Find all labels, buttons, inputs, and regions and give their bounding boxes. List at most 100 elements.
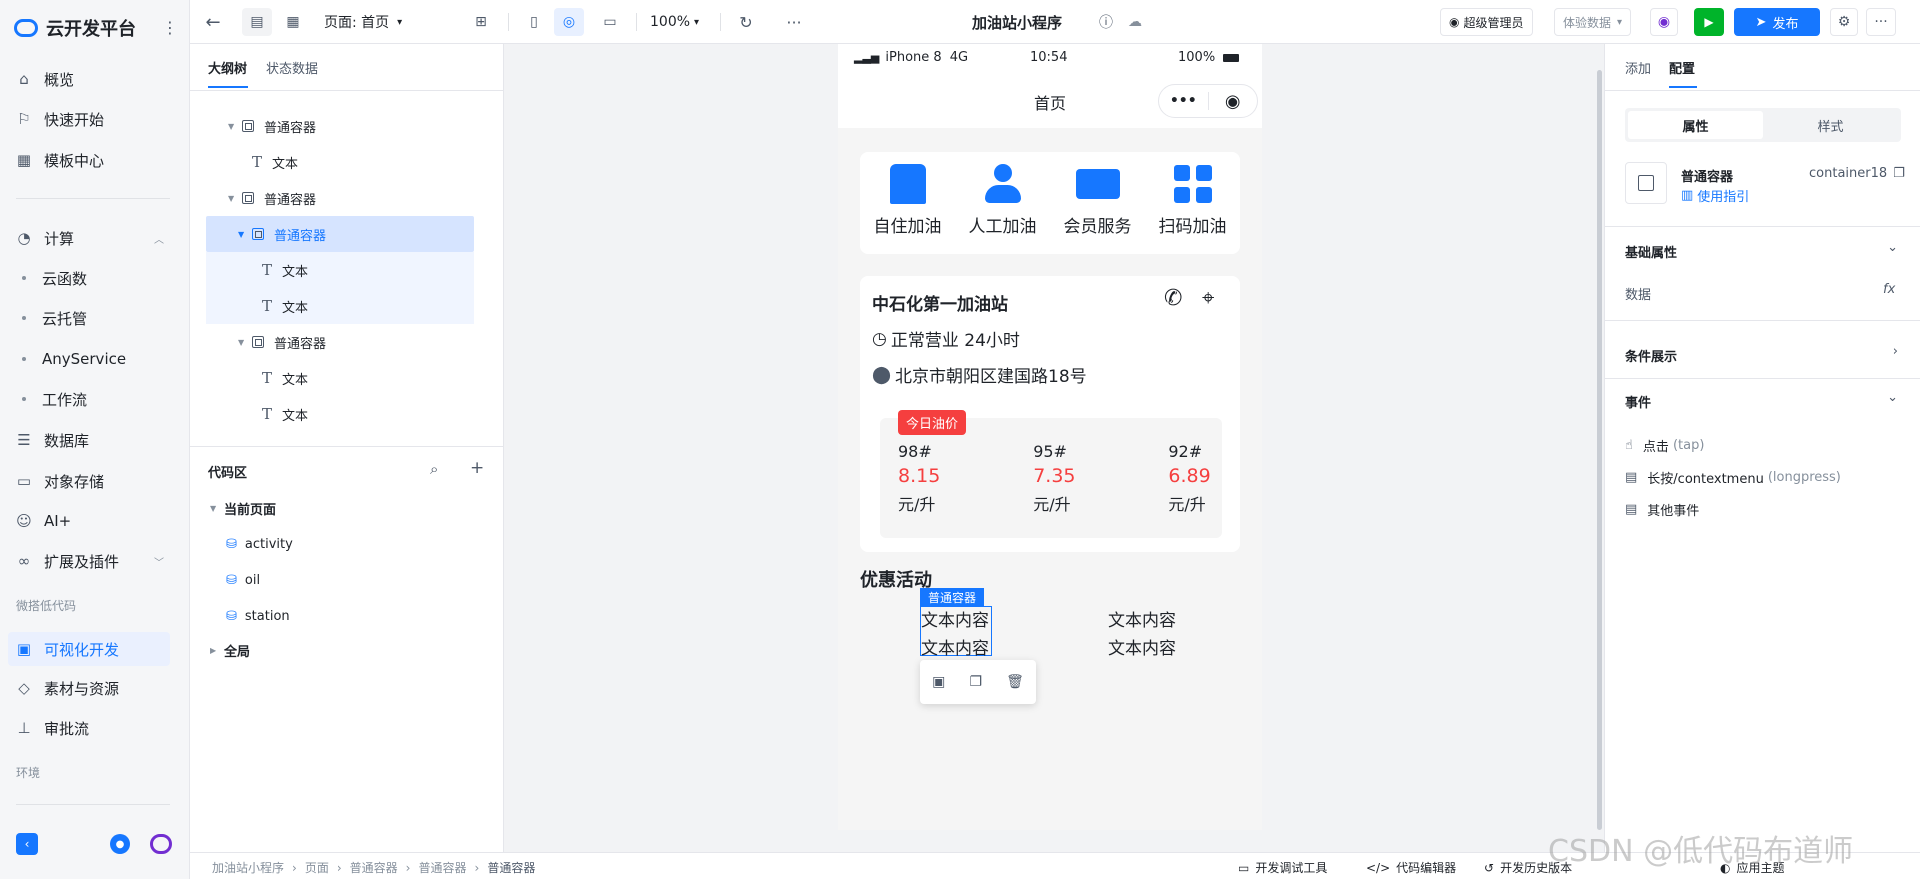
tree-node-text[interactable]: T 文本 [252,146,298,178]
formula-icon[interactable]: fx [1883,282,1895,297]
add-page-icon[interactable]: ⊞ [468,8,494,36]
search-icon[interactable]: ⌕ [430,460,438,478]
segment-props[interactable]: 属性 [1628,111,1763,139]
code-group-current-page[interactable]: ▼ 当前页面 [210,492,276,524]
publish-button[interactable]: ➤ 发布 [1734,8,1820,36]
nav-item-storage[interactable]: ▭ 对象存储 [14,465,104,497]
nav-item-visual-dev[interactable]: ▣ 可视化开发 [14,633,119,665]
text-content[interactable]: 文本内容 [1108,606,1176,631]
preview-play-icon[interactable]: ▶ [1694,8,1724,36]
code-editor-button[interactable]: </> 代码编辑器 [1366,859,1456,876]
nav-item-compute[interactable]: ◔ 计算 ︿ [14,222,164,254]
text-icon: T [262,297,273,315]
ai-assistant-icon[interactable]: ◉ [1650,8,1678,36]
text-content[interactable]: 文本内容 [921,634,989,659]
nav-item-templates[interactable]: ▦ 模板中心 [14,144,104,176]
nav-sub-workflow[interactable]: 工作流 [22,384,87,414]
tab-state-data[interactable]: 状态数据 [266,58,318,77]
save-icon[interactable]: ▣ [932,674,945,690]
service-manual-fuel[interactable]: 人工加油 [969,164,1037,237]
tree-node-container-selected[interactable]: ▼ 普通容器 [238,218,326,250]
assistant-icon[interactable] [150,834,172,854]
tree-node-text[interactable]: T 文本 [262,362,308,394]
refresh-icon[interactable]: ↻ [732,8,760,36]
settings-icon[interactable]: ⚙ [1830,8,1858,36]
page-selector[interactable]: 页面: 首页 ▾ [324,8,402,36]
nav-item-ai[interactable]: ☺ AI+ [14,505,71,537]
tab-outline[interactable]: 大纲树 [208,58,247,77]
tree-node-container[interactable]: ▼ 普通容器 [228,182,316,214]
breadcrumb-item[interactable]: 普通容器 [418,859,466,876]
delete-icon[interactable]: 🗑 [1006,674,1024,690]
more-menu-icon[interactable]: ··· [1866,8,1896,36]
more-horizontal-icon[interactable]: ··· [780,8,808,36]
query-item[interactable]: ⛁ oil [226,564,260,596]
service-scan-fuel[interactable]: 扫码加油 [1159,164,1227,237]
copy-icon[interactable]: ❐ [969,674,982,690]
usage-guide-link[interactable]: ▥ 使用指引 [1681,186,1749,205]
service-self-fuel[interactable]: 自住加油 [874,164,942,237]
nav-item-quickstart[interactable]: ⚐ 快速开始 [14,103,104,135]
location-pin-icon[interactable]: ⌖ [1202,286,1214,311]
component-id[interactable]: container18 ❐ [1809,166,1905,181]
breadcrumb-item[interactable]: 加油站小程序 [212,859,284,876]
debug-tools-button[interactable]: ▭ 开发调试工具 [1238,859,1327,876]
tab-config[interactable]: 配置 [1669,58,1695,77]
tree-node-container[interactable]: ▼ 普通容器 [238,326,326,358]
env-selector[interactable]: 体验数据 ▾ [1554,8,1632,36]
phone-call-icon[interactable]: ✆ [1164,286,1182,311]
nav-sub-cloudrun[interactable]: 云托管 [22,303,87,333]
event-longpress[interactable]: ▤ 长按/contextmenu (longpress) [1625,468,1841,487]
canvas-scrollbar[interactable] [1597,70,1602,830]
section-condition[interactable]: 条件展示 [1625,346,1677,365]
tab-add[interactable]: 添加 [1625,58,1651,77]
page-view-icon[interactable]: ▤ [242,8,272,36]
tree-node-text[interactable]: T 文本 [262,398,308,430]
nav-sub-anyservice[interactable]: AnyService [22,344,126,374]
chevron-down-icon[interactable]: ⌄ [1887,240,1898,255]
desktop-icon[interactable]: ▭ [596,8,624,36]
service-member[interactable]: 会员服务 [1064,164,1132,237]
nav-item-database[interactable]: ☰ 数据库 [14,424,89,456]
text-content[interactable]: 文本内容 [921,606,989,631]
admin-badge[interactable]: ◉ 超级管理员 [1440,8,1533,36]
segment-style[interactable]: 样式 [1763,111,1898,139]
layout-view-icon[interactable]: ▦ [278,8,308,36]
brand-logo[interactable]: 云开发平台 [14,14,136,42]
chevron-down-icon[interactable]: ⌄ [1887,390,1898,405]
query-item[interactable]: ⛁ station [226,600,290,632]
battery-icon [1223,53,1240,62]
info-icon[interactable]: ⓘ [1096,8,1116,36]
breadcrumb-item[interactable]: 页面 [305,859,329,876]
section-basic[interactable]: 基础属性 [1625,242,1677,261]
close-capsule-icon[interactable]: ◉ [1208,91,1257,112]
mobile-icon[interactable]: ▯ [520,8,548,36]
more-dots-icon[interactable]: ••• [1159,93,1208,109]
tree-node-text[interactable]: T 文本 [262,290,308,322]
chevron-right-icon[interactable]: › [1893,344,1898,359]
miniprogram-icon[interactable]: ◎ [554,8,584,36]
copy-icon[interactable]: ❐ [1893,166,1905,181]
user-avatar-icon[interactable]: ● [110,834,130,854]
breadcrumb-item[interactable]: 普通容器 [350,859,398,876]
section-events[interactable]: 事件 [1625,392,1651,411]
nav-item-approval[interactable]: ⊥ 审批流 [14,712,89,744]
code-group-global[interactable]: ▶ 全局 [210,634,250,666]
back-arrow-icon[interactable]: ← [202,8,224,36]
tree-node-text[interactable]: T 文本 [262,254,308,286]
nav-sub-cloudfunc[interactable]: 云函数 [22,263,87,293]
nav-item-extensions[interactable]: ∞ 扩展及插件 ﹀ [14,545,164,577]
event-tap[interactable]: ☝ 点击 (tap) [1625,436,1704,455]
tree-node-container[interactable]: ▼ 普通容器 [228,110,316,142]
more-vertical-icon[interactable]: ⋮ [162,18,178,37]
capsule-menu[interactable]: ••• ◉ [1158,84,1258,118]
query-item[interactable]: ⛁ activity [226,528,293,560]
add-icon[interactable]: + [470,458,484,478]
zoom-selector[interactable]: 100% ▾ [650,8,699,36]
event-other[interactable]: ▤ 其他事件 [1625,500,1699,519]
nav-item-materials[interactable]: ◇ 素材与资源 [14,672,119,704]
nav-item-overview[interactable]: ⌂ 概览 [14,63,74,95]
breadcrumb-item[interactable]: 普通容器 [487,859,535,876]
collapse-sidebar-icon[interactable]: ‹ [16,833,38,855]
text-content[interactable]: 文本内容 [1108,634,1176,659]
